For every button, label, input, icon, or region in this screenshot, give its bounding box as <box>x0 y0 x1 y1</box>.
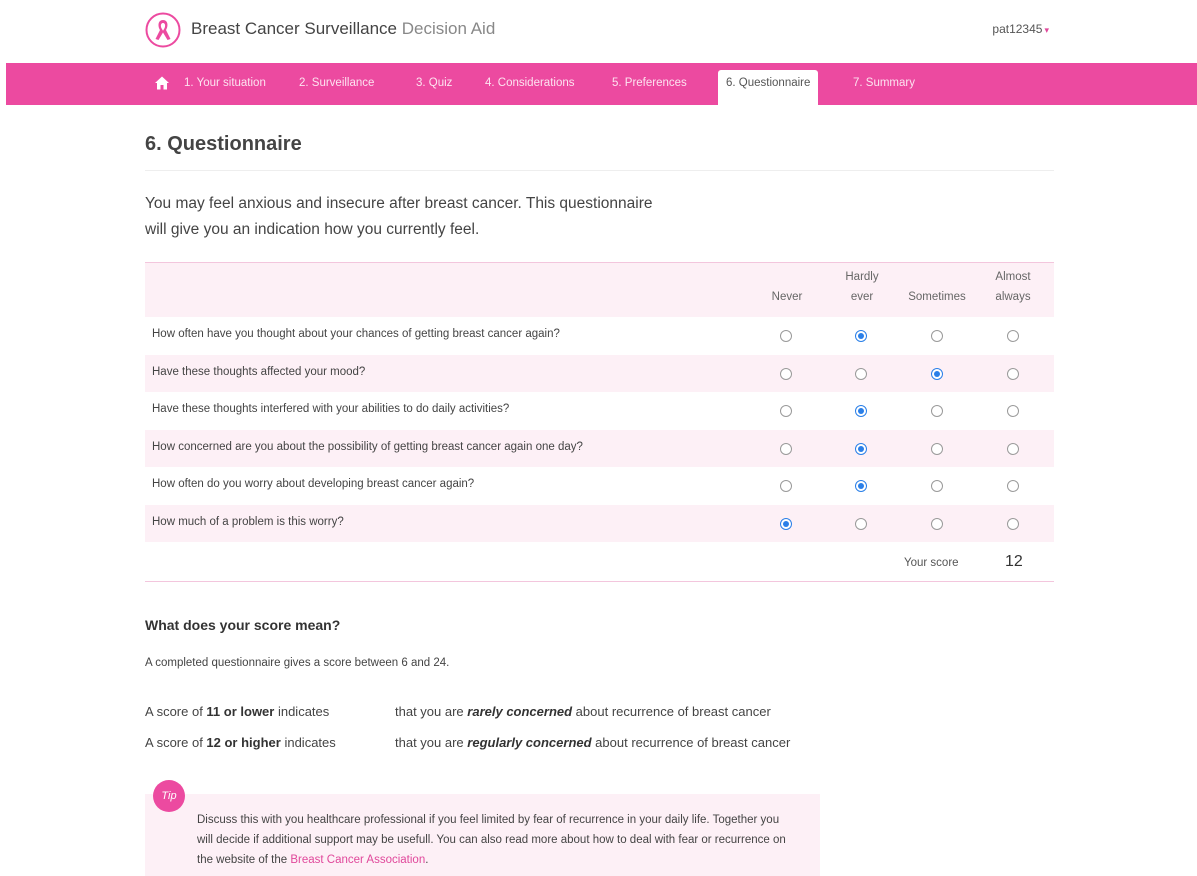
answer-radio[interactable] <box>1007 367 1019 380</box>
intro-line-2: will give you an indication how you curr… <box>145 221 480 238</box>
question-row: How much of a problem is this worry? <box>145 504 1054 542</box>
question-row: Have these thoughts affected your mood? <box>145 354 1054 392</box>
question-text: Have these thoughts interfered with your… <box>152 403 510 415</box>
tip-body: Discuss this with you healthcare profess… <box>197 814 786 866</box>
answer-radio[interactable] <box>855 517 867 530</box>
column-header-never: Never <box>757 287 817 307</box>
score-value: 12 <box>1005 553 1023 570</box>
answer-radio[interactable] <box>931 480 943 492</box>
score-interpretation-high: A score of 12 or higher indicates that y… <box>145 735 790 750</box>
score-line-text: A score of <box>145 735 207 750</box>
question-row: How concerned are you about the possibil… <box>145 429 1054 467</box>
nav-item-your-situation[interactable]: 1. Your situation <box>184 77 266 89</box>
questionnaire-table: Never Hardly ever Sometimes Almost alway… <box>145 262 1054 582</box>
main-nav: 1. Your situation 2. Surveillance 3. Qui… <box>6 63 1197 105</box>
answer-radio[interactable] <box>1007 442 1019 455</box>
answer-radio[interactable] <box>780 330 792 342</box>
column-header-line: Almost <box>995 271 1031 283</box>
home-icon[interactable] <box>154 75 170 91</box>
score-label: Your score <box>904 557 959 569</box>
answer-radio[interactable] <box>931 517 943 530</box>
column-header-sometimes: Sometimes <box>897 287 977 307</box>
username: pat12345 <box>992 22 1043 36</box>
app-header: Breast Cancer Surveillance Decision Aid … <box>0 0 1197 63</box>
user-menu[interactable]: pat12345 ▾ <box>992 22 1049 36</box>
score-meaning-description: A completed questionnaire gives a score … <box>145 657 450 669</box>
score-interpretation-text: that you are regularly concerned about r… <box>395 735 790 750</box>
answer-radio[interactable] <box>780 367 792 380</box>
question-text: How often do you worry about developing … <box>152 478 475 490</box>
nav-item-preferences[interactable]: 5. Preferences <box>612 77 687 89</box>
answer-radio[interactable] <box>855 367 867 380</box>
answer-radio[interactable] <box>855 480 867 492</box>
answer-radio[interactable] <box>780 442 792 455</box>
question-text: Have these thoughts affected your mood? <box>152 365 366 378</box>
app-title-sub: Decision Aid <box>401 19 496 38</box>
answer-radio[interactable] <box>780 480 792 492</box>
answer-radio[interactable] <box>931 442 943 455</box>
column-header-line: Never <box>771 291 803 303</box>
score-line-text: about recurrence of breast cancer <box>591 735 791 750</box>
question-row: Have these thoughts interfered with your… <box>145 392 1054 430</box>
question-row: How often do you worry about developing … <box>145 467 1054 505</box>
column-header-hardly-ever: Hardly ever <box>832 267 892 307</box>
column-header-line: Hardly <box>845 271 879 283</box>
score-line-text: indicates <box>280 735 336 750</box>
nav-item-questionnaire[interactable]: 6. Questionnaire <box>718 70 819 105</box>
answer-radio[interactable] <box>931 330 943 342</box>
score-threshold: 11 or lower <box>206 704 275 719</box>
table-header: Never Hardly ever Sometimes Almost alway… <box>145 262 1054 317</box>
score-meaning-title: What does your score mean? <box>145 617 341 633</box>
score-line-text: indicates <box>274 704 330 719</box>
answer-radio[interactable] <box>855 442 867 455</box>
answer-radio[interactable] <box>931 367 943 380</box>
score-line-text: that you are <box>395 735 468 750</box>
answer-radio[interactable] <box>780 405 792 417</box>
nav-item-surveillance[interactable]: 2. Surveillance <box>299 77 374 89</box>
answer-radio[interactable] <box>931 405 943 417</box>
tip-end: . <box>425 854 429 866</box>
score-line-text: A score of <box>145 704 207 719</box>
tip-text: Discuss this with you healthcare profess… <box>197 810 797 870</box>
score-threshold: 12 or higher <box>206 735 281 750</box>
question-text: How often have you thought about your ch… <box>152 328 560 340</box>
score-row: Your score 12 <box>145 542 1054 582</box>
score-interpretation-low: A score of 11 or lower indicates that yo… <box>145 704 771 719</box>
answer-radio[interactable] <box>855 405 867 417</box>
question-text: How much of a problem is this worry? <box>152 515 344 528</box>
score-emphasis: rarely concerned <box>467 704 573 719</box>
score-interpretation-text: that you are rarely concerned about recu… <box>395 704 771 719</box>
answer-radio[interactable] <box>780 517 792 530</box>
question-row: How often have you thought about your ch… <box>145 317 1054 355</box>
answer-radio[interactable] <box>1007 480 1019 492</box>
question-rows: How often have you thought about your ch… <box>145 317 1054 542</box>
answer-radio[interactable] <box>1007 330 1019 342</box>
intro-line-1: You may feel anxious and insecure after … <box>145 195 653 212</box>
app-title-main: Breast Cancer Surveillance <box>191 19 397 38</box>
nav-item-quiz[interactable]: 3. Quiz <box>416 77 452 89</box>
question-text: How concerned are you about the possibil… <box>152 440 583 453</box>
caret-down-icon: ▾ <box>1044 25 1049 35</box>
pink-ribbon-icon[interactable] <box>145 12 181 48</box>
answer-radio[interactable] <box>1007 517 1019 530</box>
score-emphasis: regularly concerned <box>467 735 592 750</box>
nav-item-summary[interactable]: 7. Summary <box>853 77 915 89</box>
score-line-text: about recurrence of breast cancer <box>572 704 771 719</box>
column-header-line: ever <box>850 291 874 303</box>
app-title: Breast Cancer Surveillance Decision Aid <box>191 19 495 39</box>
answer-radio[interactable] <box>855 330 867 342</box>
tip-badge: Tip <box>153 780 185 812</box>
divider <box>145 170 1054 171</box>
nav-item-considerations[interactable]: 4. Considerations <box>485 77 575 89</box>
intro-text: You may feel anxious and insecure after … <box>145 191 765 243</box>
column-header-line: always <box>995 291 1031 303</box>
column-header-line: Sometimes <box>908 291 966 303</box>
breast-cancer-association-link[interactable]: Breast Cancer Association <box>290 854 425 866</box>
column-header-almost-always: Almost always <box>983 267 1043 307</box>
answer-radio[interactable] <box>1007 405 1019 417</box>
page-title: 6. Questionnaire <box>145 133 302 155</box>
score-line-text: that you are <box>395 704 468 719</box>
